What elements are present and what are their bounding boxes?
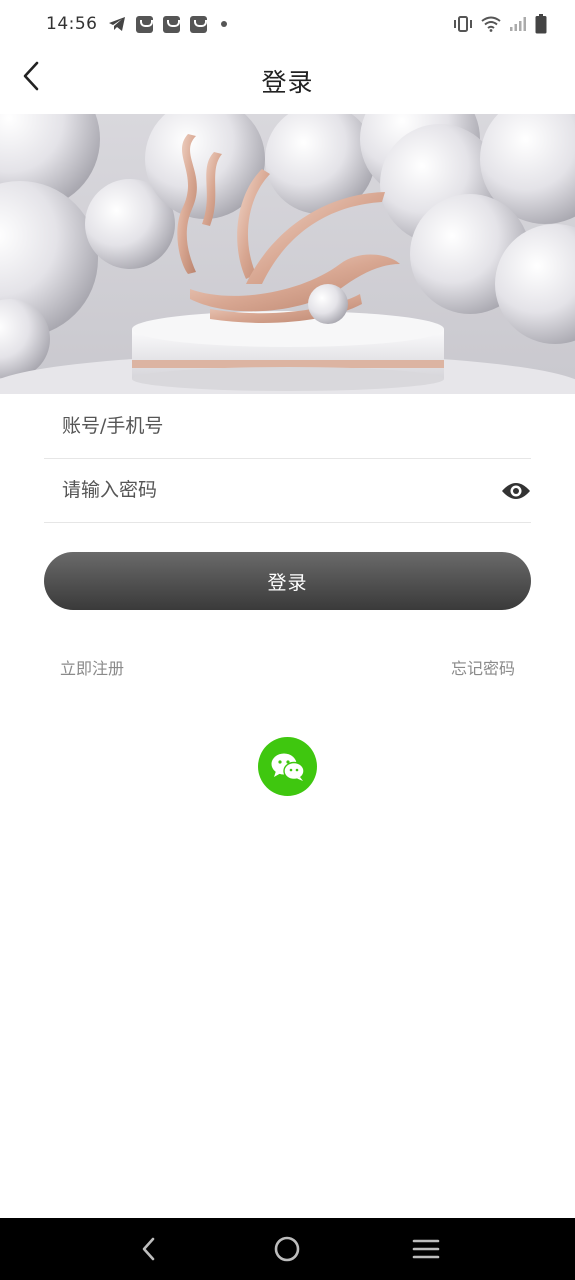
register-link[interactable]: 立即注册 (60, 655, 124, 679)
status-bar: 14:56 (0, 0, 575, 48)
menu-nav-icon (412, 1239, 440, 1259)
vibrate-icon (453, 16, 473, 32)
nav-back-button[interactable] (125, 1225, 173, 1273)
home-nav-icon (275, 1236, 300, 1262)
shopping-bag-icon (189, 15, 207, 33)
nav-home-button[interactable] (263, 1225, 311, 1273)
chevron-left-icon (23, 61, 39, 91)
header: 登录 (0, 48, 575, 114)
status-bar-left: 14:56 (46, 14, 227, 34)
nav-menu-button[interactable] (402, 1225, 450, 1273)
shopping-bag-icon (162, 15, 180, 33)
signal-icon (509, 16, 527, 32)
page-title: 登录 (261, 68, 314, 97)
login-button[interactable]: 登录 (44, 552, 531, 610)
back-nav-icon (142, 1237, 155, 1261)
brand-banner (0, 114, 575, 394)
eye-icon (502, 483, 530, 499)
show-password-button[interactable] (501, 476, 531, 506)
wechat-icon (271, 753, 305, 781)
back-button[interactable] (12, 56, 52, 96)
telegram-icon (108, 16, 126, 32)
login-screen: 14:56 登录 账号/手机号 登录 立即注册 忘记密码 (0, 0, 575, 1280)
system-navigation-bar (0, 1218, 575, 1280)
status-time: 14:56 (46, 14, 98, 34)
account-input[interactable] (62, 415, 531, 437)
wechat-login-button[interactable] (258, 737, 317, 796)
wifi-icon (481, 16, 501, 32)
password-field (44, 458, 531, 523)
status-bar-right (453, 14, 547, 34)
shopping-bag-icon (135, 15, 153, 33)
forgot-password-link[interactable]: 忘记密码 (451, 655, 515, 679)
account-field (44, 394, 531, 459)
battery-icon (535, 14, 547, 34)
password-input[interactable] (62, 479, 531, 501)
notification-dot-icon (220, 21, 227, 27)
brand-logo-banner (0, 114, 575, 394)
